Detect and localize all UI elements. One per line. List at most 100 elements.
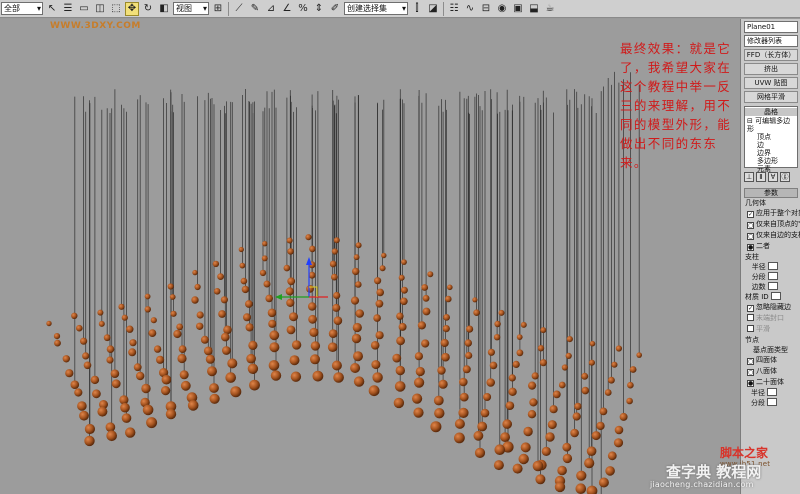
select-region-icon[interactable]: ⬚ xyxy=(109,2,123,16)
percent-snap-icon[interactable]: % xyxy=(296,2,310,16)
lattice-joint-sphere xyxy=(549,405,558,414)
lattice-joint-sphere xyxy=(438,379,448,389)
modifier-list-dropdown[interactable]: 修改器列表 xyxy=(744,35,798,47)
modifier-stack[interactable]: 晶格 ⊟ 可编辑多边形 顶点 边 边界 多边形 元素 xyxy=(744,106,798,173)
snaps-toggle-icon[interactable]: ⊿ xyxy=(264,2,278,16)
tetra-radio[interactable]: ○ 四面体 xyxy=(747,355,800,366)
pivot-center-icon[interactable]: ⊞ xyxy=(211,2,225,16)
lattice-joint-sphere xyxy=(333,291,341,300)
stack-base-object[interactable]: ⊟ 可编辑多边形 xyxy=(747,117,795,133)
stack-sub-border[interactable]: 边界 xyxy=(747,149,795,157)
angle-snap-icon[interactable]: ∠ xyxy=(280,2,294,16)
keyboard-shortcut-icon[interactable]: ✎ xyxy=(248,2,262,16)
select-and-scale-icon[interactable]: ◧ xyxy=(157,2,171,16)
joint-radius-field[interactable]: 半径 xyxy=(751,388,800,398)
apply-to-entire-object-checkbox[interactable]: ✓应用于整个对象 xyxy=(747,208,800,219)
lattice-joint-sphere xyxy=(581,372,589,380)
named-selection-dropdown[interactable]: 创建选择集 xyxy=(344,2,408,15)
remove-modifier-icon[interactable]: ⓖ xyxy=(780,172,790,182)
render-setup-icon[interactable]: ▣ xyxy=(511,2,525,16)
select-and-rotate-icon[interactable]: ↻ xyxy=(141,2,155,16)
lattice-joint-sphere xyxy=(351,333,362,344)
lattice-joint-sphere xyxy=(239,262,246,269)
joint-segments-field[interactable]: 分段 xyxy=(751,398,800,408)
reference-coordinate-dropdown[interactable]: 视图 xyxy=(173,2,209,15)
lattice-joint-sphere xyxy=(500,432,510,442)
lattice-joint-sphere xyxy=(84,435,95,447)
object-name-field[interactable]: Plane01 xyxy=(744,21,798,33)
ignore-hidden-edges-checkbox[interactable]: ✓ 忽略隐藏边 xyxy=(747,302,800,313)
align-icon[interactable]: ◪ xyxy=(426,2,440,16)
spinner-snap-icon[interactable]: ⇕ xyxy=(312,2,326,16)
edit-named-selection-icon[interactable]: ✐ xyxy=(328,2,342,16)
end-caps-checkbox[interactable]: 末端封口 xyxy=(747,313,800,324)
struts-only-radio[interactable]: ○仅来自边的支柱 xyxy=(747,230,800,241)
strut-material-id-field[interactable]: 材质 ID xyxy=(745,292,800,302)
meshsmooth-button[interactable]: 网格平滑 xyxy=(744,91,798,103)
pin-stack-icon[interactable]: ⊥ xyxy=(744,172,754,182)
rectangular-selection-icon[interactable]: ▭ xyxy=(77,2,91,16)
stack-sub-polygon[interactable]: 多边形 xyxy=(747,157,795,165)
lattice-joint-sphere xyxy=(462,365,471,374)
strut-segments-field[interactable]: 分段 xyxy=(745,272,800,282)
lattice-joint-sphere xyxy=(153,345,162,353)
both-radio[interactable]: ● 二者 xyxy=(747,241,800,252)
lattice-joint-sphere xyxy=(575,483,587,494)
stack-sub-edge[interactable]: 边 xyxy=(747,141,795,149)
lattice-joint-sphere xyxy=(493,460,504,471)
lattice-joint-sphere xyxy=(267,308,277,318)
lattice-joint-sphere xyxy=(118,303,125,310)
mirror-icon[interactable]: ⫿ xyxy=(410,2,424,16)
uvw-map-button[interactable]: UVW 贴图 xyxy=(744,77,798,89)
lattice-joint-sphere xyxy=(629,366,637,373)
material-editor-icon[interactable]: ◉ xyxy=(495,2,509,16)
select-and-move-icon[interactable]: ✥ xyxy=(125,1,139,16)
extrude-button[interactable]: 挤出 xyxy=(744,63,798,75)
select-and-manipulate-icon[interactable]: ⟋ xyxy=(232,2,246,16)
icosa-radio[interactable]: ● 二十面体 xyxy=(747,377,800,388)
lattice-joint-sphere xyxy=(265,294,274,303)
lattice-joint-sphere xyxy=(80,337,88,345)
select-object-icon[interactable]: ↖ xyxy=(45,2,59,16)
window-crossing-icon[interactable]: ◫ xyxy=(93,2,107,16)
octa-radio[interactable]: ○ 八面体 xyxy=(747,366,800,377)
lattice-joint-sphere xyxy=(523,426,533,437)
layer-manager-icon[interactable]: ☷ xyxy=(447,2,461,16)
lattice-joint-sphere xyxy=(128,348,137,357)
lattice-joint-sphere xyxy=(372,372,383,383)
lattice-joint-sphere xyxy=(398,274,405,281)
lattice-joint-sphere xyxy=(287,248,294,255)
ffd-box-button[interactable]: FFD（长方体） xyxy=(744,49,798,61)
lattice-joint-sphere xyxy=(417,321,426,330)
lattice-joint-sphere xyxy=(430,421,442,433)
lattice-joint-sphere xyxy=(459,377,468,387)
parameters-rollout-header[interactable]: 参数 xyxy=(744,188,798,198)
curve-editor-icon[interactable]: ∿ xyxy=(463,2,477,16)
lattice-joint-sphere xyxy=(263,280,271,288)
toolbar-separator xyxy=(228,1,229,16)
render-frame-icon[interactable]: ⬓ xyxy=(527,2,541,16)
lattice-joint-sphere xyxy=(310,354,320,365)
stack-lattice-item[interactable]: 晶格 xyxy=(745,108,797,116)
lattice-joint-sphere xyxy=(615,345,623,352)
stack-sub-vertex[interactable]: 顶点 xyxy=(747,133,795,141)
lattice-joint-sphere xyxy=(565,352,572,359)
lattice-joint-sphere xyxy=(584,458,595,469)
perspective-viewport[interactable]: WWW.3DXY.COM 最终效果：就是它了，我希望大家在这个教程中举一反三的来… xyxy=(0,19,740,494)
select-by-name-icon[interactable]: ☰ xyxy=(61,2,75,16)
quick-render-icon[interactable]: ☕ xyxy=(543,2,557,16)
joints-group-label: 节点 xyxy=(745,336,759,344)
lattice-joint-sphere xyxy=(459,392,469,402)
strut-sides-field[interactable]: 边数 xyxy=(745,282,800,292)
schematic-view-icon[interactable]: ⊟ xyxy=(479,2,493,16)
smooth-checkbox[interactable]: 平滑 xyxy=(747,324,800,335)
lattice-joint-sphere xyxy=(636,352,642,358)
make-unique-icon[interactable]: ∀ xyxy=(768,172,778,182)
lattice-joint-sphere xyxy=(589,340,596,347)
selection-filter-dropdown[interactable]: 全部 xyxy=(1,2,43,15)
show-end-result-icon[interactable]: Ⅱ xyxy=(756,172,766,182)
strut-radius-field[interactable]: 半径 xyxy=(745,262,800,272)
lattice-joint-sphere xyxy=(368,385,380,397)
joints-only-radio[interactable]: ○仅来自顶点的节点 xyxy=(747,219,800,230)
lattice-joint-sphere xyxy=(240,277,248,285)
